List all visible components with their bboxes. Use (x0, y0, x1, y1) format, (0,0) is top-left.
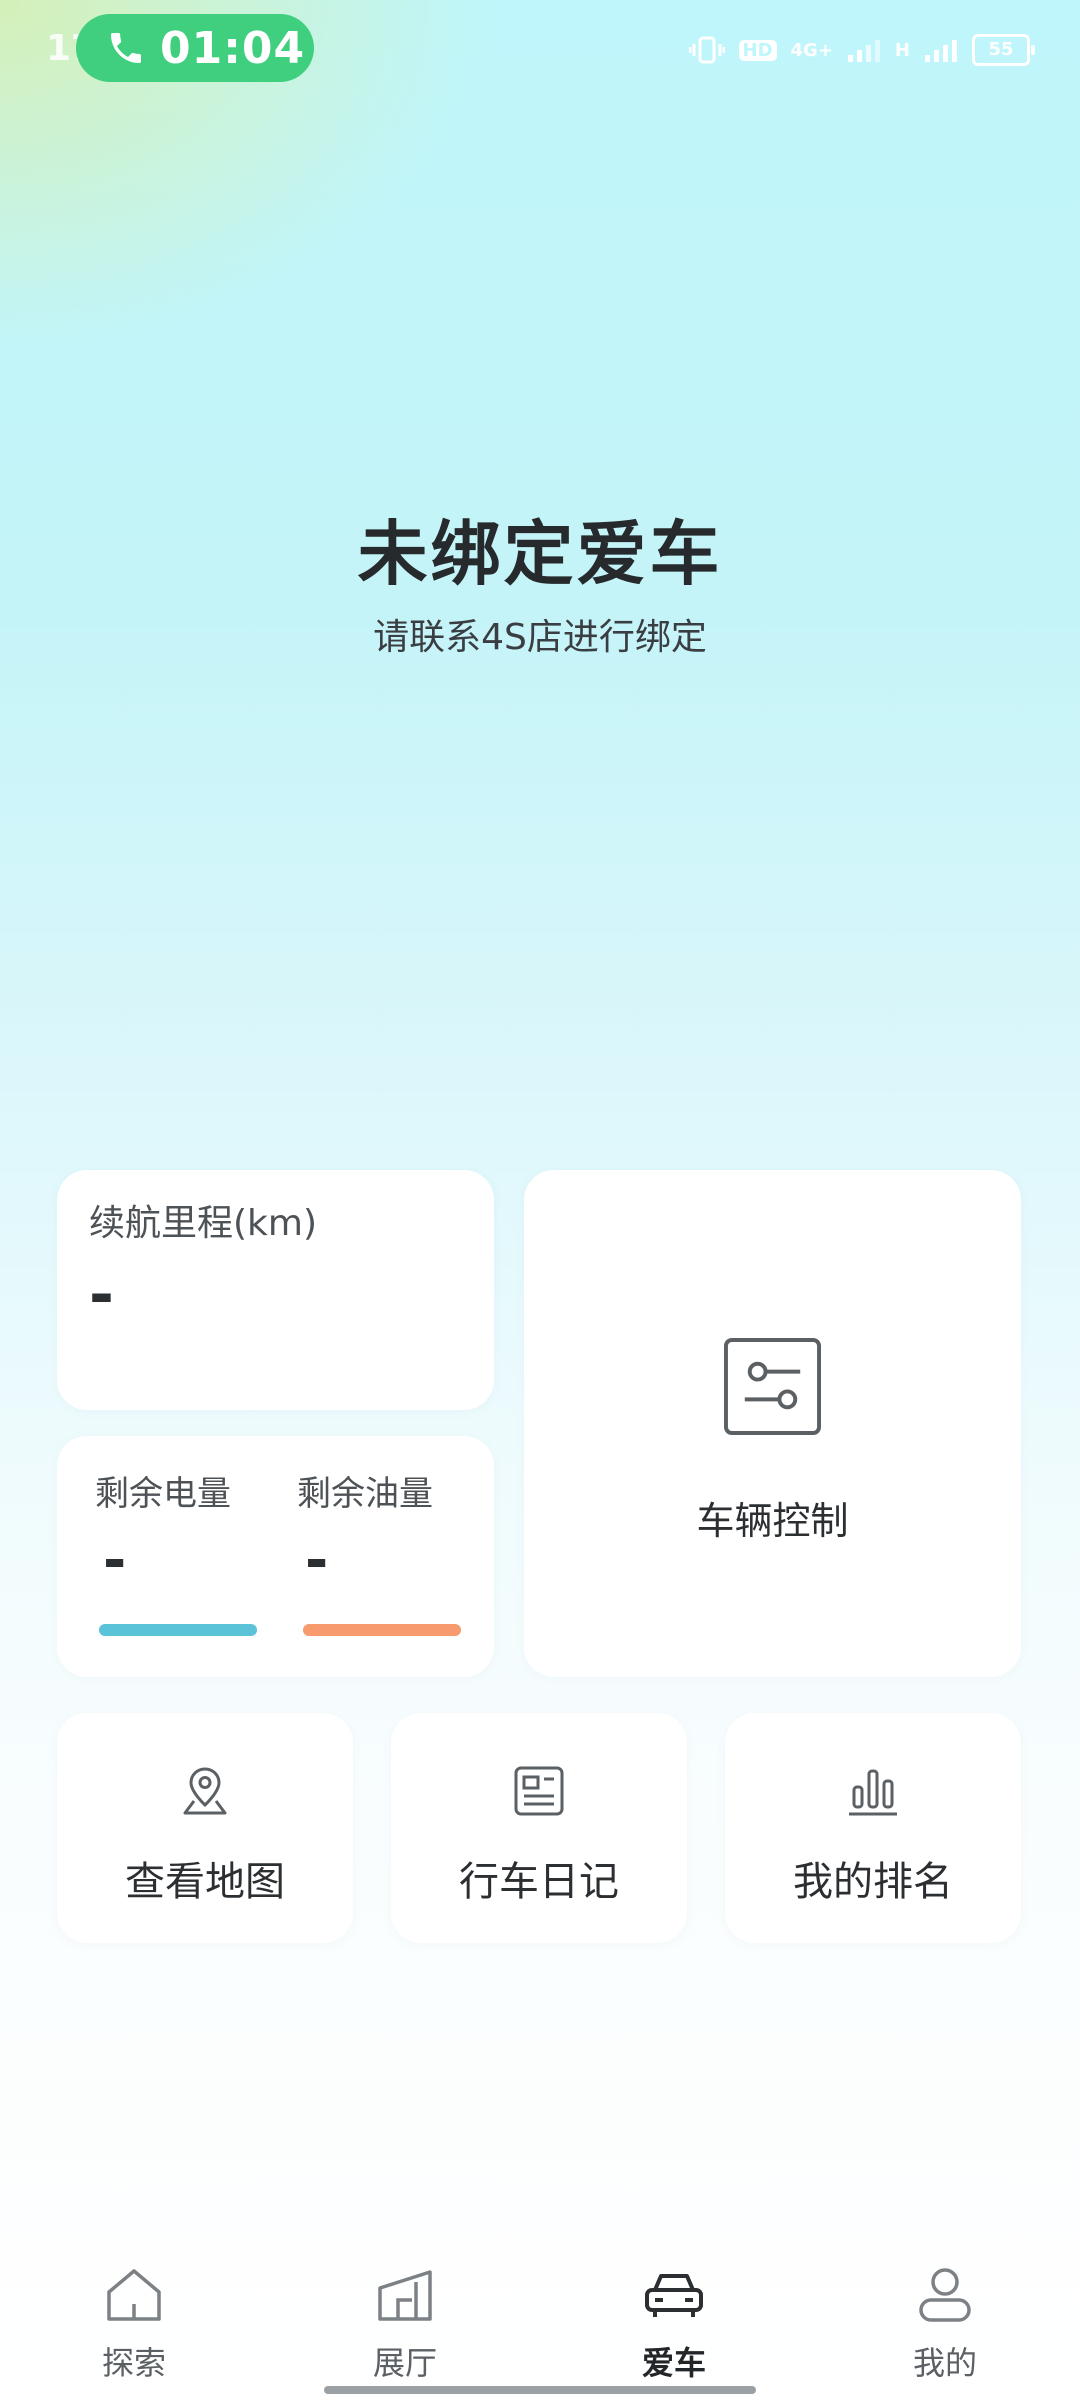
nav-my-car[interactable]: 爱车 (574, 2262, 774, 2392)
nav-showroom-label: 展厅 (372, 2344, 437, 2382)
vibrate-icon (688, 36, 725, 64)
nav-me[interactable]: 我的 (845, 2262, 1045, 2392)
call-timer: 01:04 (160, 22, 306, 74)
bottom-navigation: 探索 展厅 爱车 我的 (0, 2262, 1080, 2400)
signal-icon (847, 40, 880, 62)
ongoing-call-pill[interactable]: 01:04 (76, 14, 314, 82)
range-value: - (89, 1260, 114, 1330)
energy-card[interactable]: 剩余电量 - 剩余油量 - (57, 1436, 494, 1677)
car-icon (645, 2274, 703, 2317)
car-home-screen: 17:50 01:04 HD 4G+ H 55 (0, 0, 1080, 2400)
my-ranking-label: 我的排名 (793, 1859, 953, 1905)
fuel-level-label: 剩余油量 (297, 1474, 433, 1514)
vehicle-control-card[interactable]: 车辆控制 (524, 1170, 1021, 1677)
nav-me-label: 我的 (912, 2344, 977, 2382)
my-ranking-card[interactable]: 我的排名 (725, 1713, 1021, 1943)
home-icon (107, 2269, 161, 2321)
nav-showroom[interactable]: 展厅 (305, 2262, 505, 2392)
driving-diary-card[interactable]: 行车日记 (391, 1713, 687, 1943)
battery-level-bar-fill (99, 1624, 257, 1636)
diary-icon (514, 1766, 564, 1816)
phone-icon (111, 33, 141, 63)
control-sliders-icon (723, 1337, 822, 1436)
range-label: 续航里程(km) (89, 1203, 318, 1244)
unbound-car-title: 未绑定爱车 (357, 513, 723, 595)
status-bar: 17:50 01:04 HD 4G+ H 55 (0, 0, 1080, 100)
home-indicator[interactable] (324, 2386, 756, 2394)
nav-explore[interactable]: 探索 (34, 2262, 234, 2392)
nav-my-car-label: 爱车 (641, 2344, 706, 2382)
network-type-label: 4G+ (790, 39, 833, 61)
showroom-icon (378, 2270, 432, 2321)
range-card[interactable]: 续航里程(km) - (57, 1170, 494, 1410)
bar-chart-icon (849, 1769, 897, 1816)
battery-level-section: 剩余电量 - (95, 1466, 275, 1589)
battery-level-bar (99, 1624, 257, 1636)
hd-label: HD (738, 39, 777, 61)
view-map-card[interactable]: 查看地图 (57, 1713, 353, 1943)
driving-diary-label: 行车日记 (459, 1859, 619, 1905)
signal-icon-2 (925, 40, 957, 62)
vehicle-control-label: 车辆控制 (696, 1499, 849, 1543)
fuel-level-section: 剩余油量 - (297, 1466, 477, 1589)
battery-level-value: - (103, 1528, 127, 1593)
map-pin-icon (183, 1767, 227, 1815)
battery-level-label: 剩余电量 (95, 1474, 231, 1514)
signal-type-label: H (894, 39, 910, 61)
profile-icon (919, 2268, 971, 2322)
contact-dealer-subtitle: 请联系4S店进行绑定 (373, 617, 707, 658)
nav-explore-label: 探索 (101, 2344, 166, 2382)
view-map-label: 查看地图 (125, 1859, 285, 1905)
battery-icon: 55 (972, 34, 1035, 66)
status-icons: HD 4G+ H 55 (688, 30, 1035, 70)
fuel-level-value: - (305, 1528, 329, 1593)
fuel-level-bar-fill (303, 1624, 461, 1636)
fuel-level-bar (303, 1624, 461, 1636)
